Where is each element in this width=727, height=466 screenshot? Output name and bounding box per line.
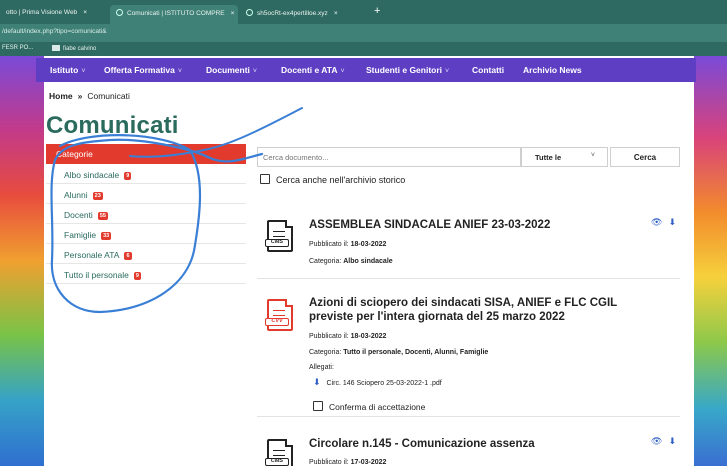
confirm-checkbox[interactable] — [313, 401, 323, 411]
nav-item-docenti-ata[interactable]: Docenti e ATA ˅ — [281, 65, 345, 75]
chevron-down-icon: ˅ — [590, 152, 595, 159]
nav-item-studenti-genitori[interactable]: Studenti e Genitori ˅ — [366, 65, 449, 75]
bookmark-item[interactable]: FESR PO... — [2, 45, 33, 51]
count-badge: 23 — [92, 192, 103, 200]
count-badge: 55 — [97, 212, 108, 220]
archive-checkbox[interactable] — [260, 174, 270, 184]
browser-tab[interactable]: sh5ocRt-ex4pertilloe.xyz × — [240, 5, 368, 24]
post-category: Categoria: Albo sindacale — [309, 258, 393, 265]
view-icon[interactable]: 👁 — [651, 436, 662, 446]
post-date: Pubblicato il: 17-03-2022 — [309, 459, 387, 466]
breadcrumb: Home » Comunicati — [49, 91, 130, 101]
close-icon[interactable]: × — [231, 10, 235, 17]
attachments-label: Allegati: — [309, 364, 334, 371]
breadcrumb-current: Comunicati — [87, 91, 130, 101]
post-title[interactable]: ASSEMBLEA SINDACALE ANIEF 23-03-2022 — [309, 218, 550, 232]
new-tab-button[interactable]: + — [374, 5, 380, 17]
attachment-link[interactable]: ⬇ Circ. 146 Sciopero 25-03-2022-1 .pdf — [313, 377, 442, 388]
document-icon: CVV — [265, 299, 293, 331]
chevron-down-icon: ˅ — [81, 68, 86, 75]
count-badge: 33 — [101, 232, 112, 240]
archive-search-option[interactable]: Cerca anche nell'archivio storico — [260, 174, 405, 185]
list-item: CMS Circolare n.145 - Comunicazione asse… — [257, 425, 680, 466]
nav-item-istituto[interactable]: Istituto ˅ — [50, 65, 85, 75]
category-item-personale-ata[interactable]: Personale ATA 6 — [46, 244, 246, 264]
search-input[interactable] — [257, 147, 521, 167]
chevron-down-icon: ˅ — [445, 68, 450, 75]
document-icon: CMS — [265, 220, 293, 252]
site-favicon-icon — [246, 9, 253, 16]
background-decoration — [694, 56, 727, 466]
download-icon: ⬇ — [313, 377, 321, 387]
category-item-tutto-il-personale[interactable]: Tutto il personale 9 — [46, 264, 246, 284]
download-icon[interactable]: ⬇ — [668, 217, 676, 227]
post-title[interactable]: Azioni di sciopero dei sindacati SISA, A… — [309, 296, 617, 324]
post-date: Pubblicato il: 18-03-2022 — [309, 241, 387, 248]
close-icon[interactable]: × — [83, 9, 87, 16]
category-item-famiglie[interactable]: Famiglie 33 — [46, 224, 246, 244]
breadcrumb-home[interactable]: Home — [49, 91, 73, 101]
count-badge: 6 — [124, 252, 132, 260]
count-badge: 9 — [133, 272, 141, 280]
view-icon[interactable]: 👁 — [651, 217, 662, 227]
browser-tab-bar: otto | Prima Visione Web × Comunicati | I… — [0, 0, 727, 24]
list-item: CVV Azioni di sciopero dei sindacati SIS… — [257, 287, 680, 417]
nav-item-offerta-formativa[interactable]: Offerta Formativa ˅ — [104, 65, 182, 75]
main-content: Home » Comunicati Comunicati Categorie Alb… — [44, 82, 694, 466]
tab-label: Comunicati | ISTITUTO COMPRE — [127, 10, 225, 17]
list-item: CMS ASSEMBLEA SINDACALE ANIEF 23-03-2022… — [257, 204, 680, 279]
category-item-alunni[interactable]: Alunni 23 — [46, 184, 246, 204]
nav-item-archivio-news[interactable]: Archivio News — [523, 65, 582, 75]
category-item-albo-sindacale[interactable]: Albo sindacale 9 — [46, 164, 246, 184]
post-title[interactable]: Circolare n.145 - Comunicazione assenza — [309, 437, 535, 451]
nav-item-contatti[interactable]: Contatti — [472, 65, 504, 75]
download-icon[interactable]: ⬇ — [668, 436, 676, 446]
tab-label: sh5ocRt-ex4pertilloe.xyz — [257, 10, 328, 17]
address-bar[interactable]: /default/index.php?tipo=comunicati& — [0, 24, 727, 42]
breadcrumb-separator: » — [77, 91, 83, 101]
browser-tab-active[interactable]: Comunicati | ISTITUTO COMPRE × — [110, 5, 238, 24]
tab-label: otto | Prima Visione Web — [6, 9, 78, 16]
document-icon: CMS — [265, 439, 293, 466]
post-category: Categoria: Tutto il personale, Docenti, … — [309, 349, 489, 356]
chevron-down-icon: ˅ — [177, 68, 182, 75]
url-text[interactable]: /default/index.php?tipo=comunicati& — [2, 28, 107, 35]
categories-header: Categorie — [46, 144, 246, 164]
background-decoration — [0, 56, 44, 466]
site-favicon-icon — [116, 9, 123, 16]
bookmarks-bar: FESR PO... fiabe calvino — [0, 42, 727, 56]
bookmark-icon — [52, 45, 60, 51]
chevron-down-icon: ˅ — [340, 68, 345, 75]
close-icon[interactable]: × — [334, 10, 338, 17]
search-button[interactable]: Cerca — [610, 147, 680, 167]
post-date: Pubblicato il: 18-03-2022 — [309, 333, 387, 340]
category-filter-select[interactable]: Tutte le ˅ — [521, 147, 608, 167]
category-item-docenti[interactable]: Docenti 55 — [46, 204, 246, 224]
chevron-down-icon: ˅ — [252, 68, 258, 75]
bookmark-item[interactable]: fiabe calvino — [52, 45, 96, 52]
page-title: Comunicati — [46, 112, 179, 139]
confirm-acceptance[interactable]: Conferma di accettazione — [313, 401, 425, 412]
browser-tab[interactable]: otto | Prima Visione Web × — [0, 5, 108, 24]
count-badge: 9 — [124, 172, 132, 180]
nav-item-documenti[interactable]: Documenti ˅ — [206, 65, 257, 75]
main-nav: Istituto ˅ Offerta Formativa ˅ Documenti ˅ … — [36, 58, 696, 82]
